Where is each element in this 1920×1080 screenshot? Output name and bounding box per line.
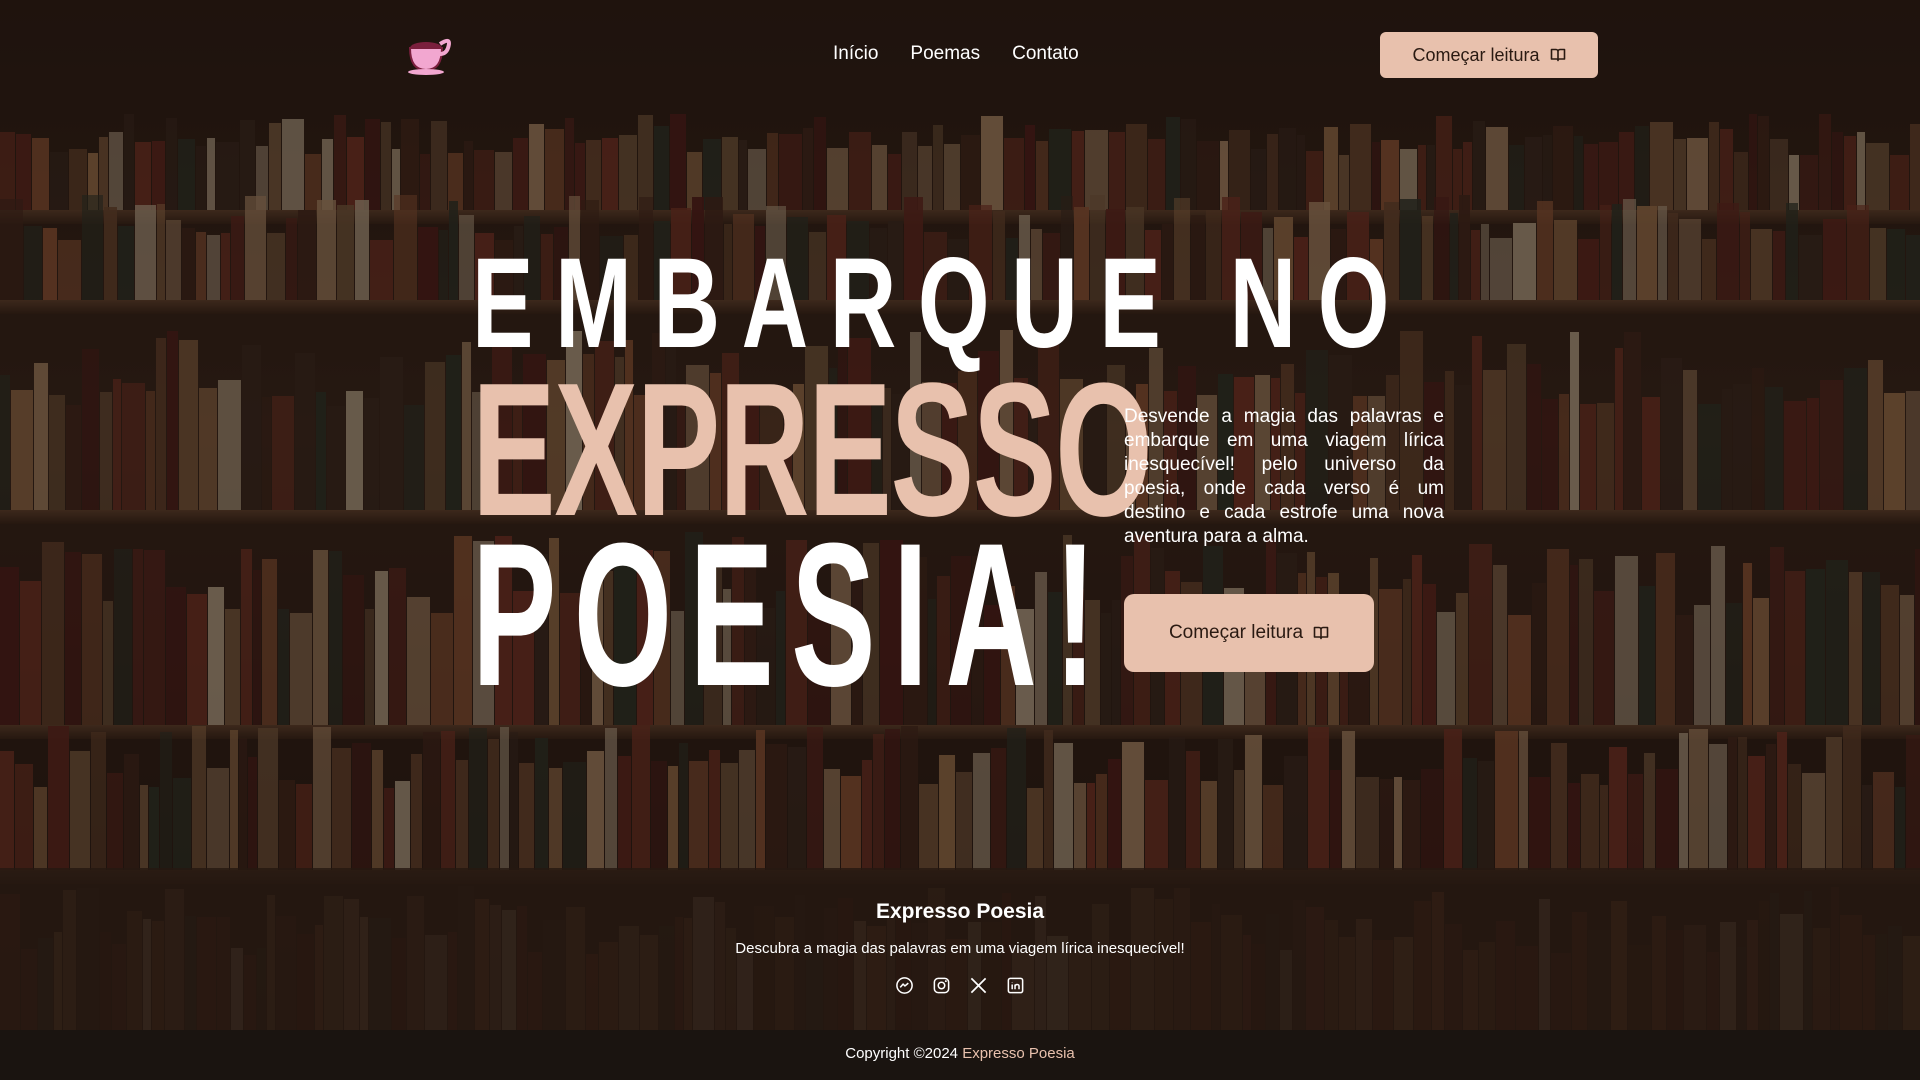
headline-line-3: POESIA! [472,501,1114,729]
linkedin-icon[interactable] [1006,976,1025,995]
start-reading-label: Começar leitura [1412,44,1540,65]
coffee-cup-icon[interactable] [406,32,454,76]
hero-description: Desvende a magia das palavras e embarque… [1124,406,1444,547]
start-reading-button-header[interactable]: Começar leitura [1380,32,1598,78]
copyright-brand-link[interactable]: Expresso Poesia [962,1045,1075,1062]
start-reading-button-hero[interactable]: Começar leitura [1124,594,1374,672]
nav-inicio[interactable]: Início [833,43,878,65]
messenger-icon[interactable] [895,976,914,995]
social-links [895,976,1025,995]
footer-subtitle: Descubra a magia das palavras em uma via… [735,940,1185,957]
copyright-text: Copyright ©2024 [845,1045,963,1062]
nav-contato[interactable]: Contato [1012,43,1079,65]
nav-poemas[interactable]: Poemas [910,43,980,65]
instagram-icon[interactable] [932,976,951,995]
x-icon[interactable] [969,976,988,995]
site-header: Início Poemas Contato Começar leitura [0,0,1920,110]
open-book-icon [1313,626,1329,640]
open-book-icon [1550,48,1565,62]
footer-title: Expresso Poesia [875,900,1045,923]
start-reading-label: Começar leitura [1168,622,1304,643]
copyright-bar: Copyright ©2024 Expresso Poesia [0,1030,1920,1080]
main-nav: Início Poemas Contato [833,43,1079,65]
site-footer: Expresso Poesia Descubra a magia das pal… [0,868,1920,1030]
